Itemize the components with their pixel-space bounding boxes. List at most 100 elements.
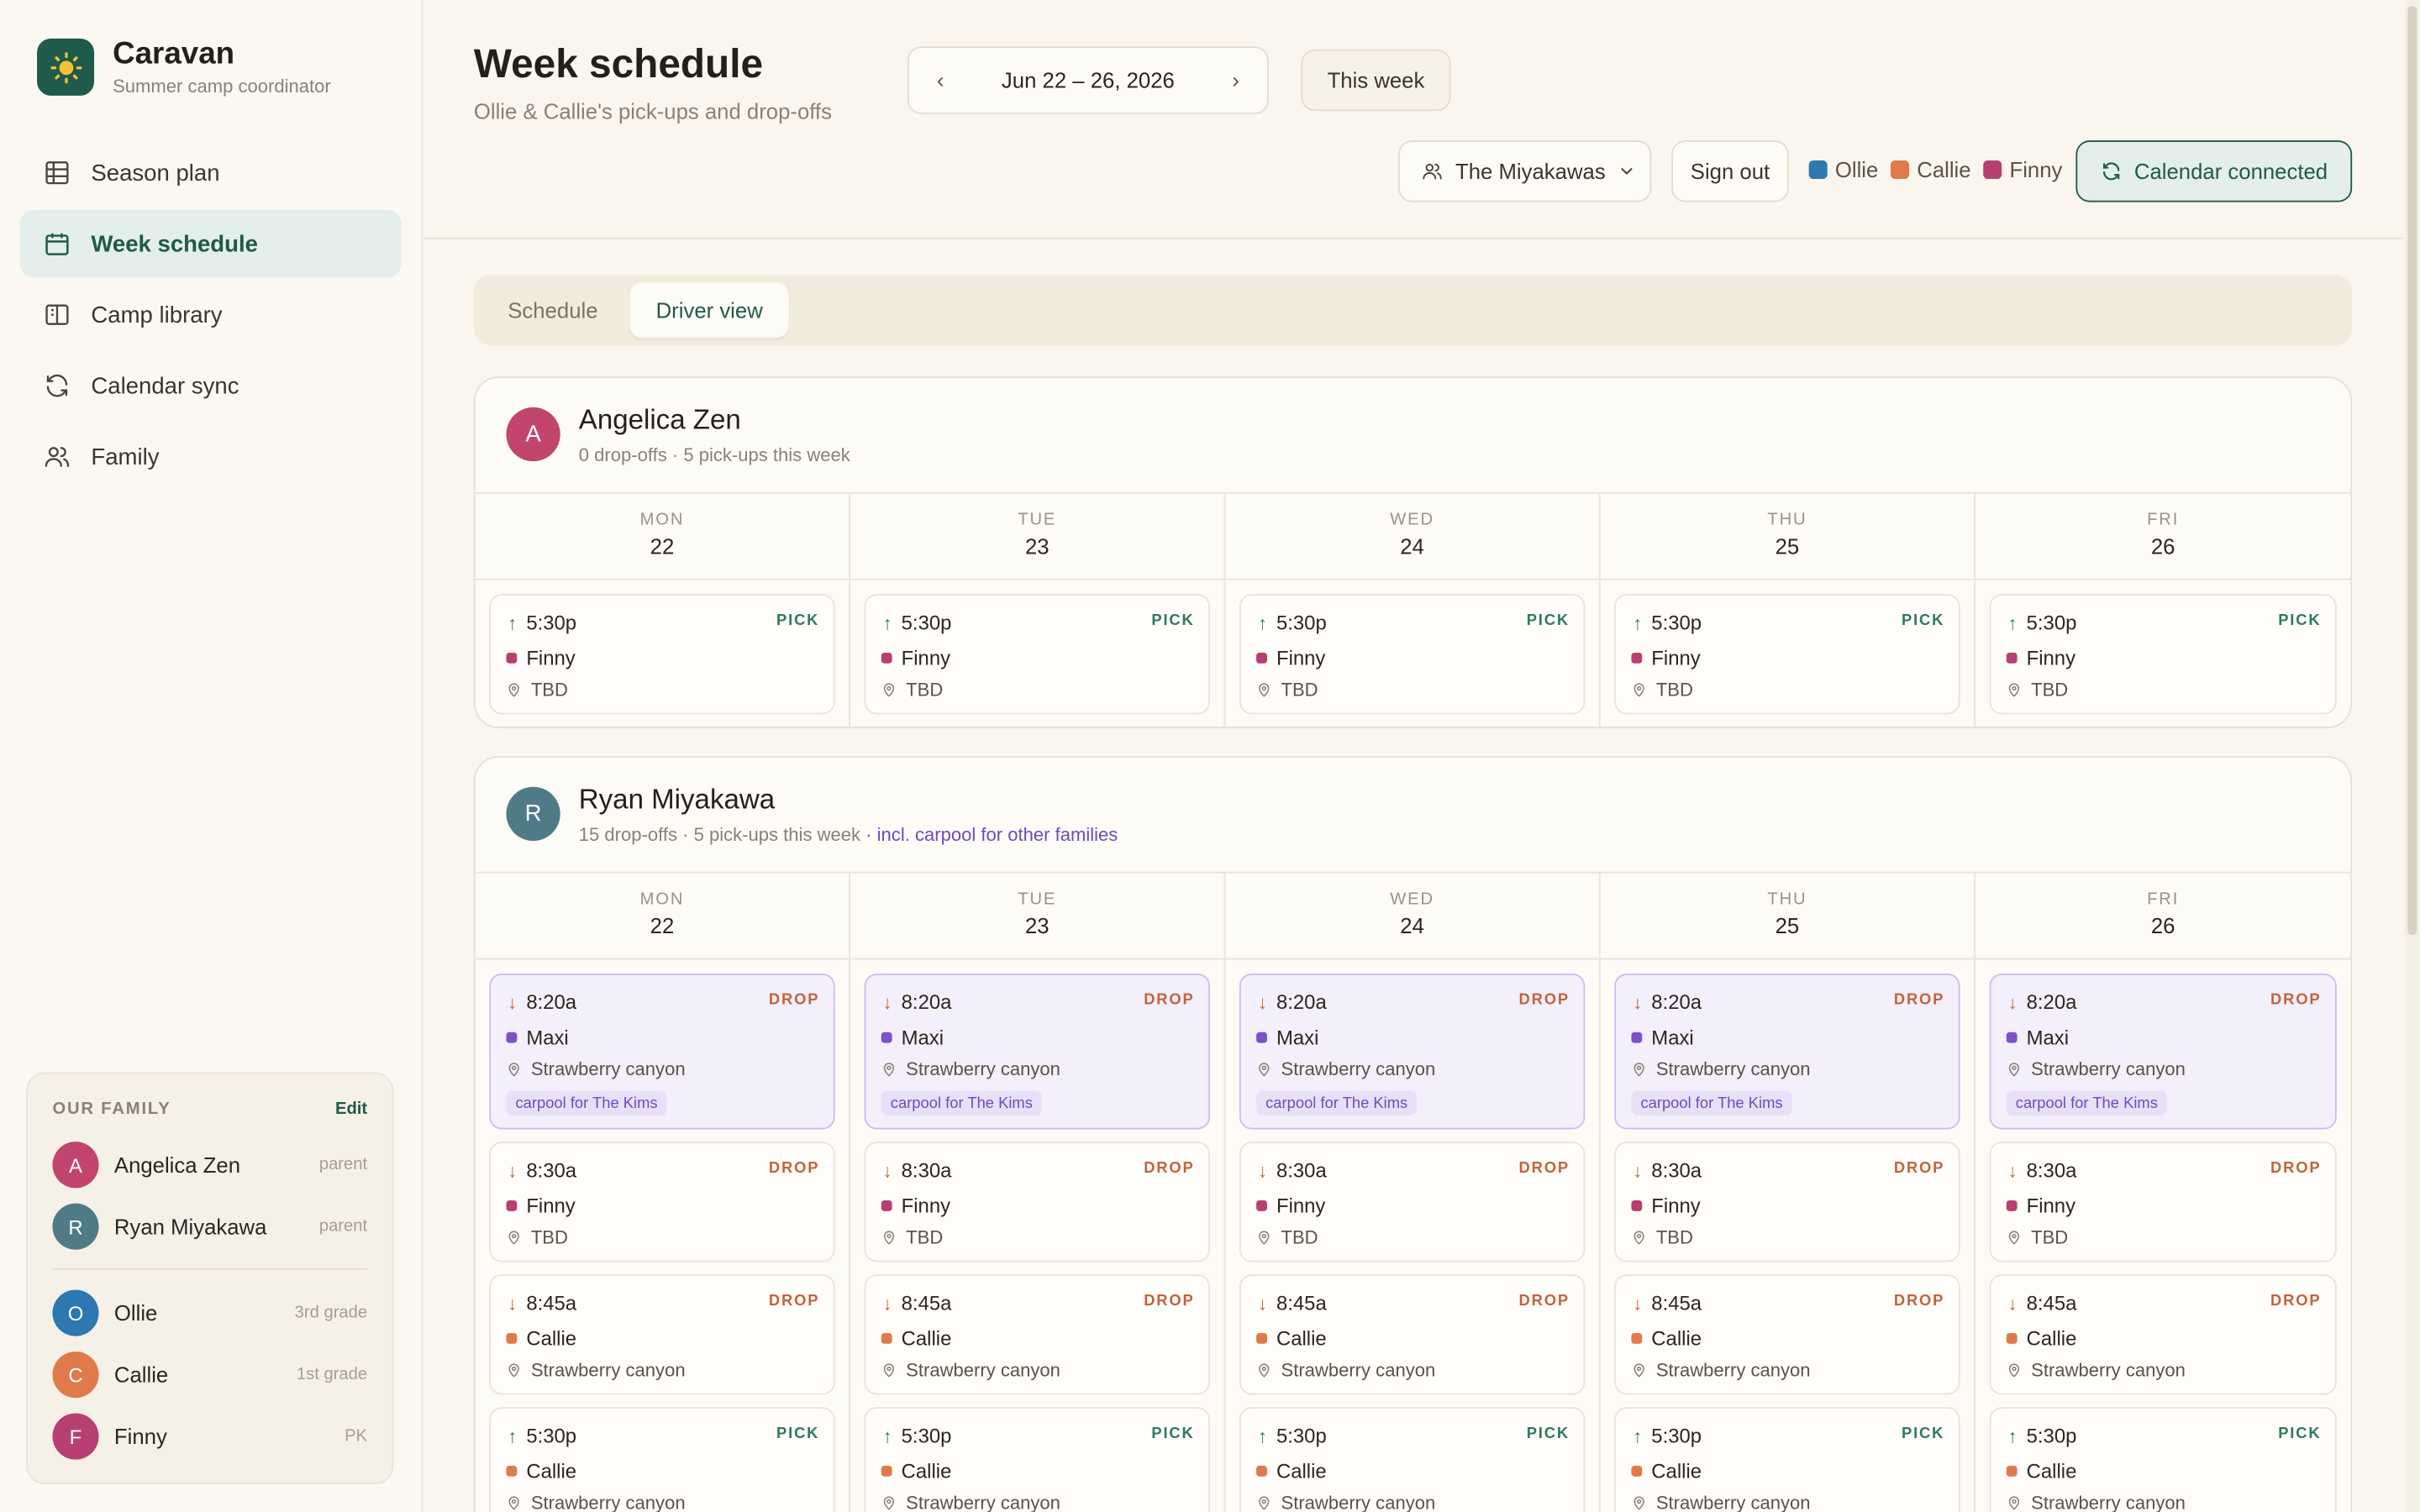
schedule-event[interactable]: ↓ 8:30a DROP Finny TBD: [1614, 1142, 1960, 1263]
event-location: Strawberry canyon: [2007, 1359, 2186, 1381]
day-number: 24: [1400, 533, 1424, 559]
schedule-event[interactable]: ↓ 8:20a DROP Maxi Strawberry canyon carpool f…: [1614, 973, 1960, 1130]
schedule-event[interactable]: ↓ 8:30a DROP Finny TBD: [489, 1142, 835, 1263]
arrow-up-icon: ↑: [1633, 612, 1643, 633]
event-location: Strawberry canyon: [881, 1058, 1060, 1080]
schedule-event[interactable]: ↓ 8:45a DROP Callie Strawberry canyon: [1614, 1274, 1960, 1395]
event-time: ↑ 5:30p: [883, 611, 952, 634]
event-location-text: TBD: [1281, 1226, 1318, 1248]
sidebar-item-family[interactable]: Family: [20, 423, 402, 491]
event-location-text: Strawberry canyon: [530, 1492, 686, 1512]
day-column: WED 24 ↑ 5:30p PICK Finny TBD: [1225, 491, 1601, 727]
family-member-role: 3rd grade: [294, 1304, 368, 1323]
event-time-text: 8:45a: [526, 1291, 577, 1315]
event-location: Strawberry canyon: [2007, 1492, 2186, 1512]
schedule-event[interactable]: ↑ 5:30p PICK Callie Strawberry canyon: [864, 1407, 1210, 1512]
schedule-event[interactable]: ↑ 5:30p PICK Finny TBD: [489, 594, 835, 715]
schedule-event[interactable]: ↓ 8:45a DROP Callie Strawberry canyon: [1239, 1274, 1586, 1395]
map-pin-icon: [2008, 1231, 2020, 1245]
sign-out-button[interactable]: Sign out: [1671, 140, 1789, 202]
schedule-event[interactable]: ↓ 8:20a DROP Maxi Strawberry canyon carpool f…: [489, 973, 835, 1130]
event-location: Strawberry canyon: [1631, 1359, 1811, 1381]
sidebar-item-camp-library[interactable]: Camp library: [20, 281, 402, 349]
schedule-event[interactable]: ↑ 5:30p PICK Finny TBD: [1614, 594, 1960, 715]
map-pin-icon: [2008, 1063, 2020, 1077]
event-kid-name: Finny: [2026, 1194, 2076, 1218]
family-member[interactable]: O Ollie 3rd grade: [52, 1289, 367, 1338]
family-member[interactable]: F Finny PK: [52, 1412, 367, 1462]
map-pin-icon: [1634, 1231, 1644, 1245]
prev-week-button[interactable]: ‹: [937, 68, 944, 92]
event-kid: Finny: [2006, 646, 2076, 670]
tab-schedule[interactable]: Schedule: [481, 282, 624, 338]
schedule-event[interactable]: ↑ 5:30p PICK Finny TBD: [1239, 594, 1586, 715]
schedule-event[interactable]: ↑ 5:30p PICK Callie Strawberry canyon: [1239, 1407, 1586, 1512]
event-time-text: 5:30p: [901, 1424, 952, 1447]
schedule-event[interactable]: ↑ 5:30p PICK Finny TBD: [1989, 594, 2337, 715]
sidebar-item-season-plan[interactable]: Season plan: [20, 139, 402, 207]
next-week-button[interactable]: ›: [1232, 68, 1239, 92]
schedule-event[interactable]: ↑ 5:30p PICK Callie Strawberry canyon: [489, 1407, 835, 1512]
schedule-event[interactable]: ↓ 8:45a DROP Callie Strawberry canyon: [489, 1274, 835, 1395]
this-week-button[interactable]: This week: [1301, 49, 1451, 112]
schedule-event[interactable]: ↓ 8:30a DROP Finny TBD: [864, 1142, 1210, 1263]
users-icon: [1423, 163, 1442, 180]
arrow-down-icon: ↓: [1257, 1159, 1267, 1182]
event-kid-name: Finny: [2026, 646, 2076, 670]
users-icon: [45, 447, 70, 467]
schedule-event[interactable]: ↑ 5:30p PICK Callie Strawberry canyon: [1614, 1407, 1960, 1512]
event-kid: Maxi: [2006, 1026, 2069, 1049]
schedule-event[interactable]: ↓ 8:45a DROP Callie Strawberry canyon: [1989, 1274, 2337, 1395]
schedule-event[interactable]: ↓ 8:30a DROP Finny TBD: [1989, 1142, 2337, 1263]
schedule-event[interactable]: ↑ 5:30p PICK Callie Strawberry canyon: [1989, 1407, 2337, 1512]
event-time: ↓ 8:45a: [1258, 1291, 1327, 1315]
arrow-down-icon: ↓: [1633, 1292, 1643, 1314]
sidebar-item-week-schedule[interactable]: Week schedule: [19, 209, 402, 278]
avatar: F: [52, 1413, 99, 1460]
family-edit-link[interactable]: Edit: [335, 1100, 367, 1119]
event-kid-name: Callie: [526, 1459, 577, 1483]
event-kind-badge: DROP: [2270, 1160, 2322, 1178]
day-header: MON 22: [475, 492, 850, 580]
event-time-text: 8:45a: [901, 1291, 952, 1315]
legend-swatch: [1808, 160, 1828, 180]
legend-swatch: [1983, 160, 2002, 180]
event-location: TBD: [881, 679, 943, 701]
scrollbar-thumb[interactable]: [2407, 6, 2417, 936]
event-kid: Maxi: [506, 1026, 569, 1049]
event-time: ↓ 8:20a: [1633, 990, 1702, 1014]
schedule-event[interactable]: ↑ 5:30p PICK Finny TBD: [864, 594, 1210, 715]
schedule-event[interactable]: ↓ 8:20a DROP Maxi Strawberry canyon carpool f…: [1989, 973, 2337, 1130]
schedule-event[interactable]: ↓ 8:20a DROP Maxi Strawberry canyon carpool f…: [1239, 973, 1586, 1130]
family-member-name: Finny: [113, 1424, 167, 1449]
brand[interactable]: Caravan Summer camp coordinator: [37, 37, 331, 97]
calendar-connected-button[interactable]: Calendar connected: [2075, 140, 2353, 202]
event-location: Strawberry canyon: [1256, 1492, 1435, 1512]
family-member-role: parent: [318, 1217, 368, 1236]
sidebar-item-calendar-sync[interactable]: Calendar sync: [20, 352, 402, 420]
family-member-role: 1st grade: [296, 1365, 368, 1384]
day-of-week: THU: [1767, 890, 1807, 909]
arrow-down-icon: ↓: [882, 991, 892, 1013]
household-select[interactable]: The Miyakawas: [1398, 140, 1652, 202]
sidebar-item-label: Season plan: [91, 160, 220, 186]
schedule-event[interactable]: ↓ 8:20a DROP Maxi Strawberry canyon carpool f…: [864, 973, 1210, 1130]
event-time: ↓ 8:30a: [2008, 1158, 2077, 1182]
event-kid-name: Maxi: [1651, 1026, 1694, 1049]
schedule-event[interactable]: ↓ 8:45a DROP Callie Strawberry canyon: [864, 1274, 1210, 1395]
kid-color-dot: [506, 1465, 518, 1477]
map-pin-icon: [2008, 1496, 2020, 1510]
tab-driver-view[interactable]: Driver view: [629, 282, 790, 339]
legend-label: Finny: [2009, 157, 2063, 182]
event-time-text: 8:20a: [526, 990, 577, 1014]
event-time: ↑ 5:30p: [508, 1424, 576, 1447]
event-time: ↓ 8:45a: [1633, 1291, 1702, 1315]
schedule-event[interactable]: ↓ 8:30a DROP Finny TBD: [1239, 1142, 1586, 1263]
event-location-text: TBD: [530, 1226, 568, 1248]
family-member[interactable]: C Callie 1st grade: [52, 1350, 367, 1399]
app-root: Caravan Summer camp coordinator Season p…: [0, 0, 2420, 1512]
event-kid: Callie: [506, 1460, 576, 1483]
family-member[interactable]: R Ryan Miyakawa parent: [52, 1202, 367, 1252]
family-member[interactable]: A Angelica Zen parent: [52, 1140, 367, 1189]
page-scrollbar[interactable]: [2404, 0, 2420, 1512]
